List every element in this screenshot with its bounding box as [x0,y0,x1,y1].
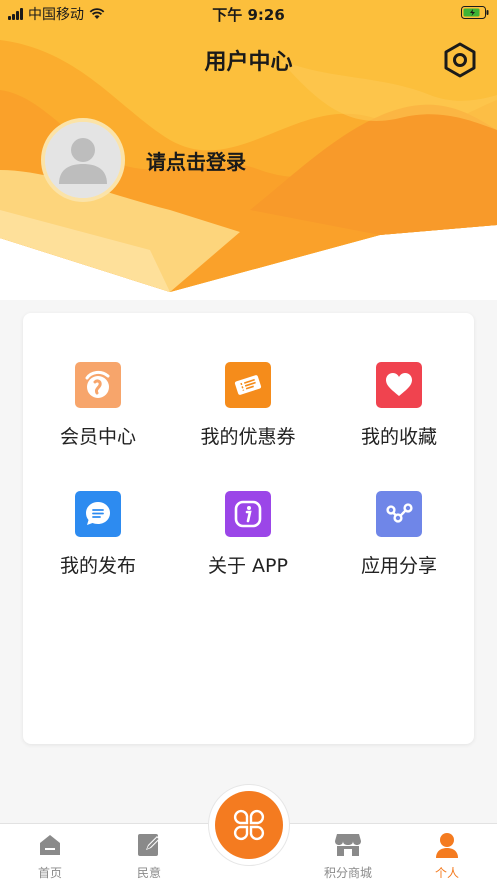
menu-item-label: 关于 APP [208,555,288,577]
status-time: 下午 9:26 [212,6,285,24]
menu-item-my-posts[interactable]: 我的发布 [23,491,173,578]
store-icon [335,834,361,856]
menu-item-about-app[interactable]: 关于 APP [173,491,323,578]
menu-card: 会员中心 我的优惠券 我的收藏 我的发布 关于 APP 应用分享 [23,313,474,744]
tab-label: 首页 [37,866,62,880]
tab-label: 积分商城 [323,866,372,880]
menu-item-app-share[interactable]: 应用分享 [324,491,474,578]
settings-hexagon-icon [444,42,476,78]
center-fab-ring [208,784,290,866]
tab-home[interactable]: 首页 [10,830,90,881]
person-icon [436,833,458,858]
tab-points-mall[interactable]: 积分商城 [308,830,388,881]
default-avatar-icon [45,122,121,198]
center-action-button[interactable] [215,791,283,859]
menu-item-my-coupons[interactable]: 我的优惠券 [173,362,323,449]
menu-item-label: 会员中心 [59,426,136,448]
battery-icon [461,6,489,23]
menu-item-label: 我的发布 [59,555,136,577]
share-icon [376,491,422,537]
member-icon [75,362,121,408]
home-icon [40,835,60,855]
coupon-icon [225,362,271,408]
tab-label: 个人 [434,866,459,880]
menu-item-label: 应用分享 [360,555,437,577]
settings-button[interactable] [441,41,479,79]
message-icon [75,491,121,537]
avatar[interactable] [41,118,125,202]
login-prompt[interactable]: 请点击登录 [146,146,246,175]
menu-item-member-center[interactable]: 会员中心 [23,362,173,449]
menu-item-label: 我的收藏 [360,426,437,448]
heart-icon [376,362,422,408]
page-title: 用户中心 [204,50,293,75]
edit-icon [138,834,160,856]
clover-icon [233,809,265,841]
menu-item-label: 我的优惠券 [200,426,296,448]
menu-item-my-favorites[interactable]: 我的收藏 [324,362,474,449]
tab-label: 民意 [136,866,161,880]
info-icon [225,491,271,537]
tab-personal[interactable]: 个人 [407,830,487,881]
tab-opinion[interactable]: 民意 [109,830,189,881]
status-bar: 中国移动 下午 9:26 [0,0,497,26]
